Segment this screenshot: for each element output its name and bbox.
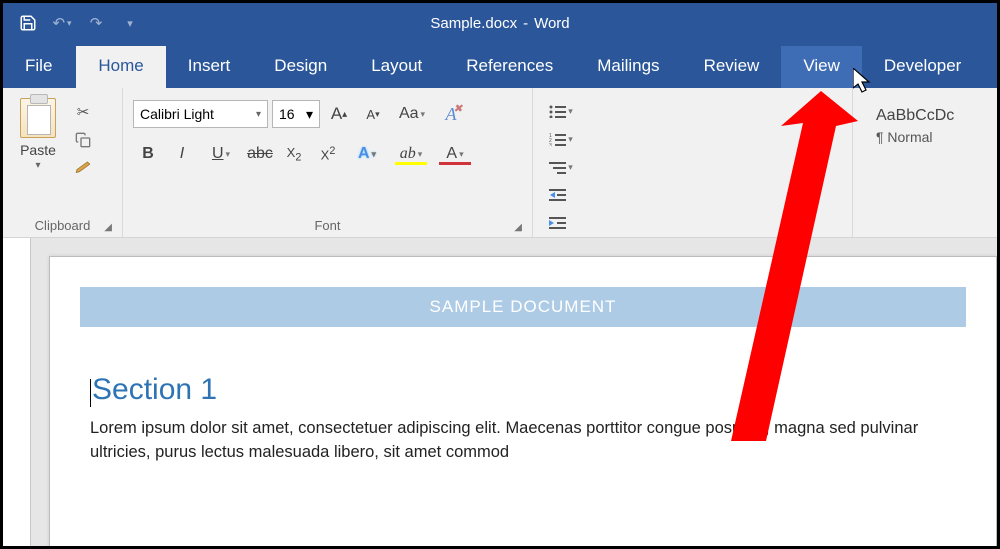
text-effects-button[interactable]: A▾ [347,140,387,168]
group-label-font: Font ◢ [129,213,526,237]
highlight-color-button[interactable]: ab▾ [391,140,431,168]
grow-font-button[interactable]: A▴ [324,100,354,128]
document-workspace: SAMPLE DOCUMENT Section 1 Lorem ipsum do… [3,238,997,546]
body-paragraph[interactable]: Lorem ipsum dolor sit amet, consectetuer… [90,417,956,465]
paste-label: Paste [20,142,56,158]
tab-file[interactable]: File [11,46,76,88]
clear-formatting-button[interactable]: A✖ [436,100,466,128]
ribbon-tabs: File Home Insert Design Layout Reference… [3,43,997,88]
save-button[interactable] [13,9,43,37]
tab-developer[interactable]: Developer [862,46,984,88]
quick-access-toolbar: ↶▾ ↷ ▾ [3,9,155,37]
underline-button[interactable]: U▾ [201,140,241,168]
heading-1[interactable]: Section 1 [90,373,956,407]
text-cursor [90,379,91,407]
superscript-button[interactable]: X2 [313,140,343,168]
tab-review[interactable]: Review [682,46,782,88]
group-font: Calibri Light▾ 16▾ A▴ A▾ Aa▾ A✖ B I U▾ a… [123,88,533,237]
svg-text:3: 3 [549,143,552,146]
dropdown-icon: ▾ [256,109,261,120]
style-preview-normal[interactable]: AaBbCcDc ¶ Normal [863,94,997,152]
italic-button[interactable]: I [167,140,197,168]
vertical-ruler[interactable] [3,238,31,546]
tab-mailings[interactable]: Mailings [575,46,681,88]
tab-references[interactable]: References [444,46,575,88]
format-painter-button[interactable] [71,157,95,179]
document-filename: Sample.docx [430,15,517,32]
font-launcher-icon[interactable]: ◢ [514,222,522,233]
group-paragraph: ▾ 123▾ ▾ A↓Z ¶ ▾ ▾ ▾ Paragraph ◢ [533,88,853,237]
font-size-combo[interactable]: 16▾ [272,100,320,128]
group-styles: AaBbCcDc ¶ Normal [853,88,997,237]
tab-design[interactable]: Design [252,46,349,88]
bullets-button[interactable]: ▾ [543,97,579,125]
shrink-font-button[interactable]: A▾ [358,100,388,128]
dropdown-icon: ▾ [306,106,313,123]
increase-indent-button[interactable] [543,209,573,237]
font-name-combo[interactable]: Calibri Light▾ [133,100,268,128]
document-header: SAMPLE DOCUMENT [80,287,966,327]
qat-customize-button[interactable]: ▾ [115,9,145,37]
font-color-button[interactable]: A▾ [435,140,475,168]
tab-insert[interactable]: Insert [166,46,253,88]
tab-home[interactable]: Home [76,46,165,88]
copy-button[interactable] [71,129,95,151]
document-page[interactable]: SAMPLE DOCUMENT Section 1 Lorem ipsum do… [49,256,997,546]
cut-button[interactable]: ✂ [71,101,95,123]
paste-button[interactable]: Paste ▾ [9,93,67,213]
ribbon: Paste ▾ ✂ Clipboard ◢ Calibri Light▾ [3,88,997,238]
group-clipboard: Paste ▾ ✂ Clipboard ◢ [3,88,123,237]
window-title: Sample.docx - Word [430,3,569,43]
bold-button[interactable]: B [133,140,163,168]
group-label-clipboard: Clipboard ◢ [9,213,116,237]
app-name: Word [534,15,570,32]
tab-layout[interactable]: Layout [349,46,444,88]
multilevel-list-button[interactable]: ▾ [543,153,579,181]
undo-button[interactable]: ↶▾ [47,9,77,37]
clipboard-icon [20,98,56,138]
subscript-button[interactable]: X2 [279,140,309,168]
change-case-button[interactable]: Aa▾ [392,100,432,128]
numbering-button[interactable]: 123▾ [543,125,579,153]
decrease-indent-button[interactable] [543,181,573,209]
redo-button[interactable]: ↷ [81,9,111,37]
clipboard-launcher-icon[interactable]: ◢ [104,222,112,233]
tab-view[interactable]: View [781,46,862,88]
strikethrough-button[interactable]: abc [245,140,275,168]
paste-dropdown-icon[interactable]: ▾ [35,160,40,171]
title-bar: ↶▾ ↷ ▾ Sample.docx - Word [3,3,997,43]
